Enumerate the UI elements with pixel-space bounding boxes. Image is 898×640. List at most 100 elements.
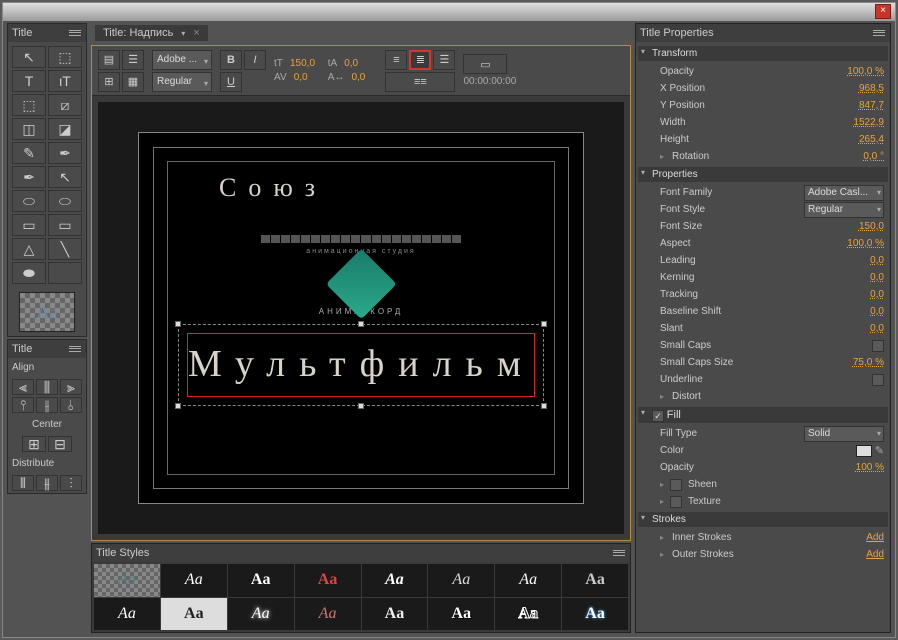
font-style-select[interactable]: Regular — [804, 202, 884, 218]
selection-handle[interactable] — [358, 321, 364, 327]
title-styles-tab[interactable]: Title Styles — [96, 547, 149, 559]
section-properties[interactable]: Properties — [638, 167, 888, 182]
slant-value[interactable]: 0,0 — [870, 323, 884, 334]
vertical-area-type-tool[interactable]: ⧄ — [48, 94, 82, 116]
convert-anchor-tool[interactable]: ↖ — [48, 166, 82, 188]
style-swatch[interactable]: Aa — [295, 598, 361, 631]
leading-value[interactable]: 0,0 — [344, 58, 370, 69]
selection-tool[interactable]: ↖ — [12, 46, 46, 68]
inner-strokes-add[interactable]: Add — [866, 532, 884, 543]
aspect-value[interactable]: 100,0 % — [847, 238, 884, 249]
outer-strokes-add[interactable]: Add — [866, 549, 884, 560]
vertical-type-tool[interactable]: ιT — [48, 70, 82, 92]
color-swatch[interactable]: Aa — [19, 292, 75, 332]
text-soyuz[interactable]: Союз — [219, 173, 327, 203]
align-vcenter[interactable]: ⫲ — [36, 397, 58, 413]
vertical-path-type-tool[interactable]: ◪ — [48, 118, 82, 140]
active-text-selection[interactable]: Мультфильм — [187, 333, 535, 397]
align-center-button[interactable]: ≣ — [409, 50, 431, 70]
tracking-value[interactable]: 0,0 — [351, 72, 377, 83]
ellipse-tool[interactable]: ⬭ — [12, 190, 46, 212]
kerning-value[interactable]: 0,0 — [870, 272, 884, 283]
align-bottom[interactable]: ⫰ — [60, 397, 82, 413]
dist-3[interactable]: ⫶ — [60, 475, 82, 491]
dist-2[interactable]: ⫵ — [36, 475, 58, 491]
line-tool[interactable]: ╲ — [48, 238, 82, 260]
dist-1[interactable]: ⫴ — [12, 475, 34, 491]
title-canvas[interactable]: Союз анимационная студия АНИМАККОРД Муль… — [98, 102, 624, 534]
selection-handle[interactable] — [541, 403, 547, 409]
distribute-button[interactable]: ≡≡ — [385, 72, 455, 92]
panel-menu-icon[interactable] — [68, 343, 82, 355]
selection-handle[interactable] — [541, 321, 547, 327]
width-value[interactable]: 1522,9 — [853, 117, 884, 128]
roll-crawl-button[interactable]: ☰ — [122, 50, 144, 70]
align-left[interactable]: ⫷ — [12, 379, 34, 395]
align-right-button[interactable]: ☰ — [433, 50, 455, 70]
smallcaps-size-value[interactable]: 75,0 % — [853, 357, 884, 368]
bold-button[interactable]: B — [220, 50, 242, 70]
filltype-select[interactable]: Solid — [804, 426, 884, 442]
eyedropper-icon[interactable]: ✎ — [875, 444, 884, 457]
opacity-value[interactable]: 100,0 % — [847, 66, 884, 77]
clipped-rect-tool[interactable]: ▭ — [48, 214, 82, 236]
style-swatch[interactable]: Aa — [495, 598, 561, 631]
area-type-tool[interactable]: ⬚ — [12, 94, 46, 116]
smallcaps-checkbox[interactable] — [872, 340, 884, 352]
window-close-button[interactable]: × — [875, 4, 891, 19]
yposition-value[interactable]: 847,7 — [859, 100, 884, 111]
properties-tab[interactable]: Title Properties — [640, 27, 714, 39]
panel-menu-icon[interactable] — [872, 27, 886, 39]
add-anchor-tool[interactable]: ✒ — [48, 142, 82, 164]
tab-stops-button[interactable]: ⊞ — [98, 72, 120, 92]
type-tool[interactable]: T — [12, 70, 46, 92]
style-swatch[interactable]: Aa — [562, 598, 628, 631]
style-swatch[interactable]: Aa — [161, 598, 227, 631]
style-swatch[interactable]: Aa — [94, 598, 160, 631]
style-swatch[interactable]: Aa — [94, 564, 160, 597]
style-swatch[interactable]: Aa — [362, 564, 428, 597]
align-left-button[interactable]: ≡ — [385, 50, 407, 70]
center-v[interactable]: ⊟ — [48, 436, 72, 452]
panel-menu-icon[interactable] — [68, 27, 82, 39]
font-family-dropdown[interactable]: Adobe ... — [152, 50, 212, 70]
style-swatch[interactable]: Aa — [228, 598, 294, 631]
path-type-tool[interactable]: ◫ — [12, 118, 46, 140]
font-size-value[interactable]: 150,0 — [859, 221, 884, 232]
rect-tool[interactable]: ▭ — [12, 214, 46, 236]
kerning-value[interactable]: 0,0 — [294, 72, 320, 83]
style-swatch[interactable]: Aa — [428, 564, 494, 597]
show-video-button[interactable]: ▦ — [122, 72, 144, 92]
video-frame-button[interactable]: ▭ — [463, 54, 507, 74]
arc-tool[interactable]: ⬬ — [12, 262, 46, 284]
leading-value[interactable]: 0,0 — [870, 255, 884, 266]
templates-button[interactable]: ▤ — [98, 50, 120, 70]
style-swatch[interactable]: Aa — [428, 598, 494, 631]
height-value[interactable]: 265,4 — [859, 134, 884, 145]
style-swatch[interactable]: Aa — [295, 564, 361, 597]
selection-handle[interactable] — [175, 403, 181, 409]
underline-checkbox[interactable] — [872, 374, 884, 386]
italic-button[interactable]: I — [244, 50, 266, 70]
wedge-tool[interactable]: △ — [12, 238, 46, 260]
panel-menu-icon[interactable] — [612, 547, 626, 559]
align-right[interactable]: ⫸ — [60, 379, 82, 395]
fill-opacity-value[interactable]: 100 % — [856, 462, 884, 473]
selection-handle[interactable] — [358, 403, 364, 409]
align-tab[interactable]: Title — [12, 343, 32, 355]
style-swatch[interactable]: Aa — [362, 598, 428, 631]
color-picker[interactable] — [856, 445, 872, 457]
timecode-value[interactable]: 00:00:00:00 — [463, 76, 516, 87]
align-hcenter[interactable]: ⫼ — [36, 379, 58, 395]
tools-tab[interactable]: Title — [12, 27, 32, 39]
xposition-value[interactable]: 968,5 — [859, 83, 884, 94]
style-swatch[interactable]: Aa — [161, 564, 227, 597]
style-swatch[interactable]: Aa — [228, 564, 294, 597]
rounded-rect-tool[interactable]: ⬭ — [48, 190, 82, 212]
section-transform[interactable]: Transform — [638, 46, 888, 61]
rotate-tool[interactable]: ⬚ — [48, 46, 82, 68]
document-tab-close[interactable]: × — [193, 27, 199, 39]
document-tab[interactable]: Title: Надпись ▾ × — [95, 25, 208, 41]
section-strokes[interactable]: Strokes — [638, 512, 888, 527]
center-h[interactable]: ⊞ — [22, 436, 46, 452]
